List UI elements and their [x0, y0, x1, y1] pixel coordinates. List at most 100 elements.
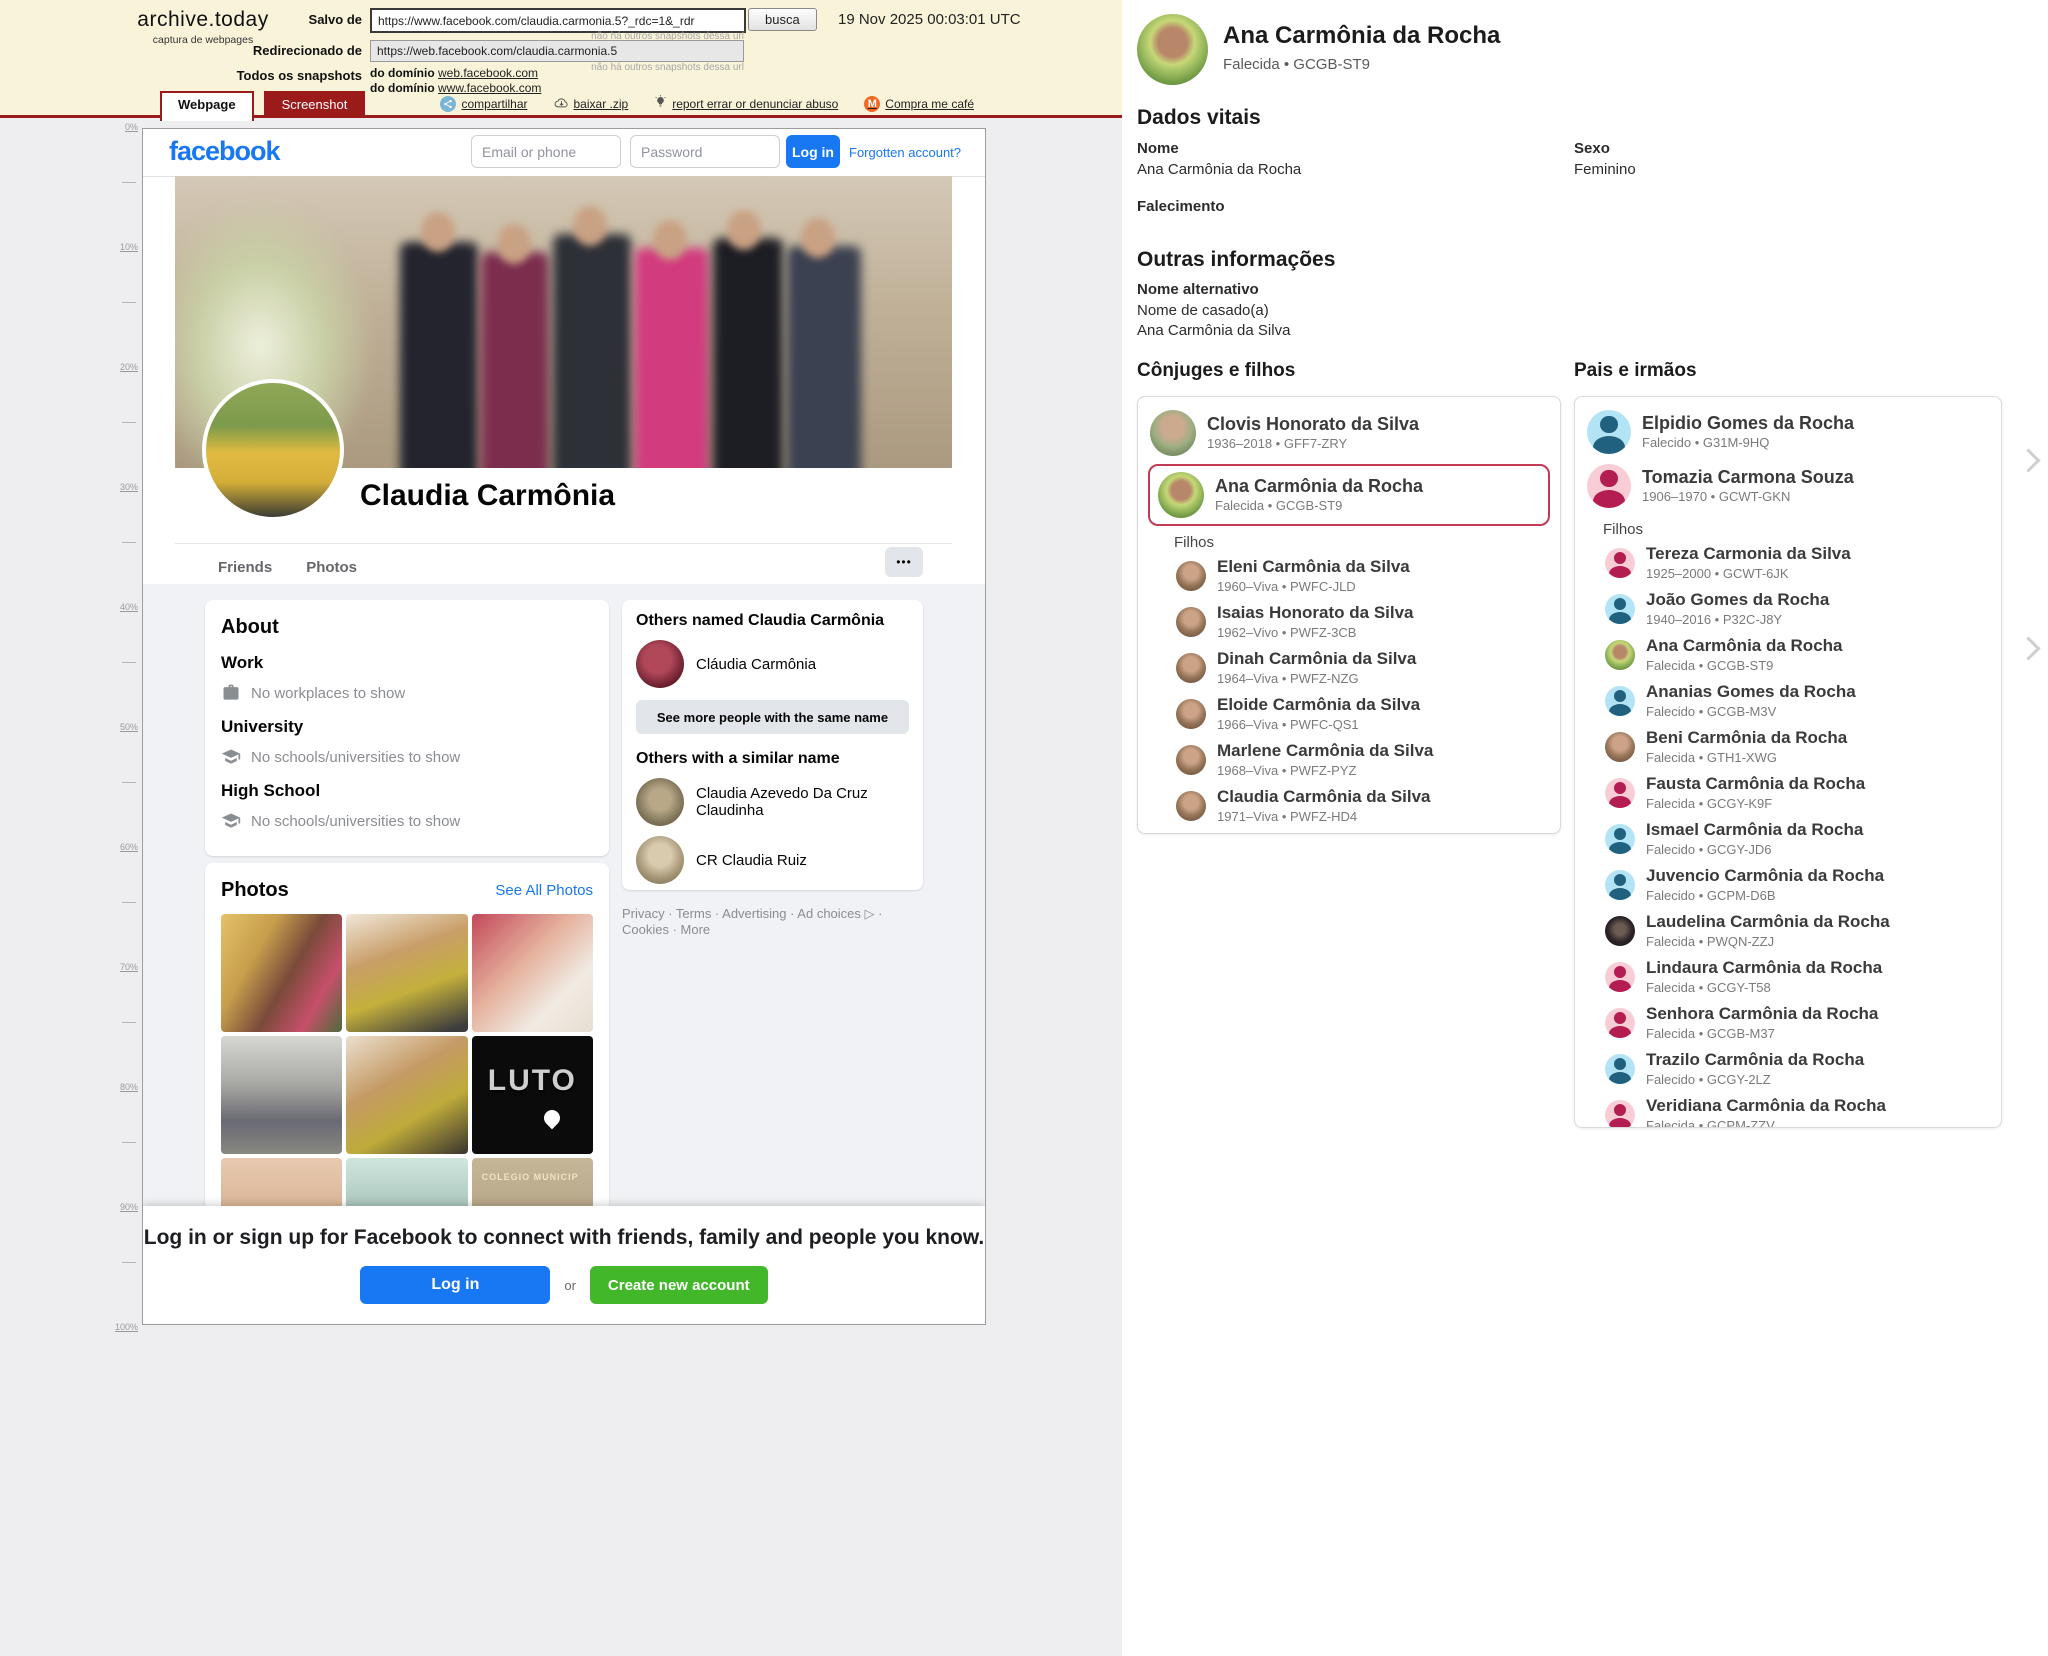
person-row[interactable]: Fausta Carmônia da RochaFalecida • GCGY-… — [1603, 770, 1991, 816]
photo-tile[interactable] — [346, 914, 467, 1032]
photo-tile[interactable] — [472, 914, 593, 1032]
login-button[interactable]: Log in — [786, 135, 840, 168]
tab-screenshot[interactable]: Screenshot — [264, 91, 366, 118]
person-name[interactable]: Tomazia Carmona Souza — [1642, 467, 1854, 487]
report-abuse-link[interactable]: report errar or denunciar abuso — [654, 95, 838, 112]
person-name[interactable]: Lindaura Carmônia da Rocha — [1646, 958, 1882, 978]
domain-link-web[interactable]: web.facebook.com — [438, 66, 538, 80]
person-row[interactable]: Cláudia Carmônia — [636, 640, 909, 688]
ruler-label-20[interactable]: 20% — [120, 362, 138, 372]
person-row[interactable]: Marlene Carmônia da Silva1968–Viva • PWF… — [1174, 737, 1550, 783]
email-field[interactable] — [471, 135, 621, 168]
person-name[interactable]: Eloide Carmônia da Silva — [1217, 695, 1420, 715]
person-row[interactable]: Claudia Azevedo Da Cruz Claudinha — [636, 778, 909, 826]
ruler-label-10[interactable]: 10% — [120, 242, 138, 252]
ruler-label-90[interactable]: 90% — [120, 1202, 138, 1212]
person-row[interactable]: Eleni Carmônia da Silva1960–Viva • PWFC-… — [1174, 553, 1550, 599]
redirected-url-input[interactable] — [370, 40, 744, 62]
person-name[interactable]: Laudelina Carmônia da Rocha — [1646, 912, 1890, 932]
person-name[interactable]: Ananias Gomes da Rocha — [1646, 682, 1856, 702]
person-name[interactable]: Beni Carmônia da Rocha — [1646, 728, 1847, 748]
profile-photo[interactable] — [202, 379, 344, 521]
person-row[interactable]: João Gomes da Rocha1940–2016 • P32C-J8Y — [1603, 586, 1991, 632]
photo-tile[interactable] — [346, 1036, 467, 1154]
share-link[interactable]: compartilhar — [440, 96, 527, 112]
person-name[interactable]: Claudia Carmônia da Silva — [1217, 787, 1431, 807]
chevron-right-icon[interactable] — [2016, 636, 2040, 660]
tab-friends[interactable]: Friends — [218, 553, 272, 582]
person-row[interactable]: Ismael Carmônia da RochaFalecido • GCGY-… — [1603, 816, 1991, 862]
person-row[interactable]: Ana Carmônia da RochaFalecida • GCGB-ST9 — [1603, 632, 1991, 678]
person-name[interactable]: Trazilo Carmônia da Rocha — [1646, 1050, 1864, 1070]
photo-tile-luto[interactable]: LUTO — [472, 1036, 593, 1154]
person-row[interactable]: Isaias Honorato da Silva1962–Vivo • PWFZ… — [1174, 599, 1550, 645]
person-row[interactable]: Clovis Honorato da Silva1936–2018 • GFF7… — [1148, 405, 1550, 461]
photo-tile[interactable] — [221, 914, 342, 1032]
person-row[interactable]: Tomazia Carmona Souza1906–1970 • GCWT-GK… — [1585, 459, 1991, 513]
tab-photos[interactable]: Photos — [306, 553, 357, 582]
person-row[interactable]: Senhora Carmônia da RochaFalecida • GCGB… — [1603, 1000, 1991, 1046]
chevron-right-icon[interactable] — [2016, 448, 2040, 472]
person-name[interactable]: Marlene Carmônia da Silva — [1217, 741, 1433, 761]
tab-webpage[interactable]: Webpage — [160, 91, 254, 121]
person-row[interactable]: Laudelina Carmônia da RochaFalecida • PW… — [1603, 908, 1991, 954]
saved-url-input[interactable] — [370, 8, 746, 33]
person-name[interactable]: Tereza Carmonia da Silva — [1646, 544, 1851, 564]
person-row[interactable]: Dinah Carmônia da Silva1964–Viva • PWFZ-… — [1174, 645, 1550, 691]
more-options-button[interactable]: ••• — [885, 547, 923, 577]
create-account-button[interactable]: Create new account — [590, 1266, 768, 1304]
person-row[interactable]: Elpidio Gomes da RochaFalecido • G31M-9H… — [1585, 405, 1991, 459]
selected-person-highlight: Ana Carmônia da RochaFalecida • GCGB-ST9 — [1148, 464, 1550, 526]
ruler-label-0[interactable]: 0% — [125, 122, 138, 132]
person-row[interactable]: CR Claudia Ruiz — [636, 836, 909, 884]
domain-link-www[interactable]: www.facebook.com — [438, 81, 541, 95]
person-name[interactable]: Fausta Carmônia da Rocha — [1646, 774, 1865, 794]
name-label: Nome — [1137, 140, 1179, 157]
person-row[interactable]: Lindaura Carmônia da RochaFalecida • GCG… — [1603, 954, 1991, 1000]
buy-coffee-link[interactable]: M Compra me café — [864, 96, 974, 112]
person-row[interactable]: Ana Carmônia da RochaFalecida • GCGB-ST9 — [1156, 467, 1542, 523]
person-name[interactable]: Eleni Carmônia da Silva — [1217, 557, 1410, 577]
download-zip-link[interactable]: baixar .zip — [554, 96, 629, 112]
see-all-photos-link[interactable]: See All Photos — [495, 882, 593, 899]
search-button[interactable]: busca — [748, 8, 817, 31]
person-name[interactable]: Senhora Carmônia da Rocha — [1646, 1004, 1878, 1024]
person-name[interactable]: CR Claudia Ruiz — [696, 852, 807, 869]
ruler-label-60[interactable]: 60% — [120, 842, 138, 852]
ruler-label-50[interactable]: 50% — [120, 722, 138, 732]
ruler-label-30[interactable]: 30% — [120, 482, 138, 492]
person-name[interactable]: Cláudia Carmônia — [696, 656, 816, 673]
ruler-label-80[interactable]: 80% — [120, 1082, 138, 1092]
ruler-label-70[interactable]: 70% — [120, 962, 138, 972]
person-name[interactable]: Ana Carmônia da Rocha — [1646, 636, 1843, 656]
person-row[interactable]: Eloide Carmônia da Silva1966–Viva • PWFC… — [1174, 691, 1550, 737]
person-name[interactable]: Dinah Carmônia da Silva — [1217, 649, 1416, 669]
password-field[interactable] — [630, 135, 780, 168]
person-name[interactable]: Ana Carmônia da Rocha — [1215, 476, 1423, 496]
person-name[interactable]: João Gomes da Rocha — [1646, 590, 1829, 610]
person-name[interactable]: Elpidio Gomes da Rocha — [1642, 413, 1854, 433]
person-row[interactable]: Juvencio Carmônia da RochaFalecido • GCP… — [1603, 862, 1991, 908]
person-name[interactable]: Isaias Honorato da Silva — [1217, 603, 1414, 623]
see-more-button[interactable]: See more people with the same name — [636, 700, 909, 734]
person-name[interactable]: Ismael Carmônia da Rocha — [1646, 820, 1863, 840]
person-portrait[interactable] — [1137, 14, 1208, 85]
photo-tile[interactable] — [221, 1036, 342, 1154]
person-row[interactable]: Claudia Carmônia da Silva1971–Viva • PWF… — [1174, 783, 1550, 829]
university-empty-row: No schools/universities to show — [221, 747, 593, 767]
forgotten-account-link[interactable]: Forgotten account? — [849, 145, 961, 160]
person-row[interactable]: Veridiana Carmônia da RochaFalecida • GC… — [1603, 1092, 1991, 1128]
facebook-logo[interactable]: facebook — [169, 136, 280, 167]
ruler-label-40[interactable]: 40% — [120, 602, 138, 612]
person-name[interactable]: Claudia Azevedo Da Cruz Claudinha — [696, 785, 909, 819]
person-row[interactable]: Tereza Carmonia da Silva1925–2000 • GCWT… — [1603, 540, 1991, 586]
facebook-footer-links[interactable]: Privacy · Terms · Advertising · Ad choic… — [622, 906, 932, 937]
person-row[interactable]: Beni Carmônia da RochaFalecida • GTH1-XW… — [1603, 724, 1991, 770]
person-name[interactable]: Clovis Honorato da Silva — [1207, 414, 1419, 434]
banner-login-button[interactable]: Log in — [360, 1266, 550, 1304]
person-row[interactable]: Ananias Gomes da RochaFalecido • GCGB-M3… — [1603, 678, 1991, 724]
person-name[interactable]: Juvencio Carmônia da Rocha — [1646, 866, 1884, 886]
person-row[interactable]: Trazilo Carmônia da RochaFalecido • GCGY… — [1603, 1046, 1991, 1092]
ruler-label-100[interactable]: 100% — [115, 1322, 138, 1332]
person-name[interactable]: Veridiana Carmônia da Rocha — [1646, 1096, 1886, 1116]
